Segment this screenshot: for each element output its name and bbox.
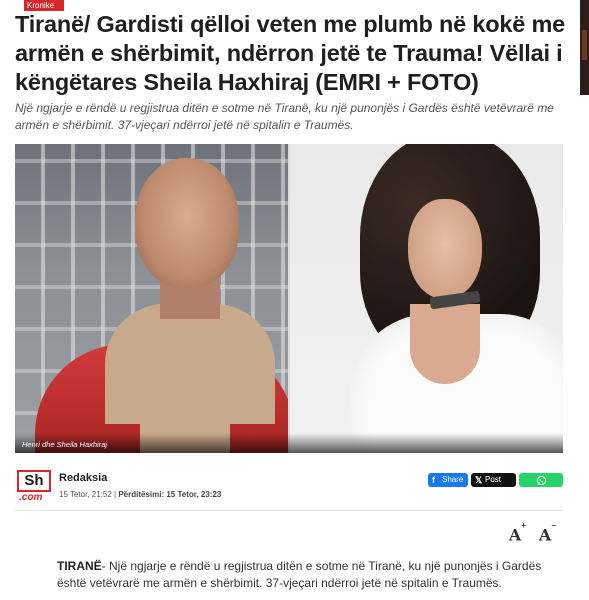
byline: Sh .com Redaksia 15 Tetor, 21:52 | Përdi…	[15, 468, 563, 508]
x-icon: 𝕏	[475, 475, 483, 485]
font-increase-button[interactable]: A+	[508, 521, 526, 545]
photo-face	[408, 199, 482, 299]
site-logo[interactable]: Sh .com	[17, 470, 51, 504]
side-ad-strip[interactable]	[580, 0, 589, 95]
article-photo: Henri dhe Sheila Haxhiraj	[15, 144, 563, 453]
whatsapp-share-button[interactable]	[519, 473, 563, 487]
font-increase-mark: +	[521, 521, 526, 530]
facebook-share-label: Share	[442, 475, 464, 484]
published-date: 15 Tetor, 21:52	[59, 490, 112, 499]
font-decrease-mark: −	[551, 521, 556, 530]
photo-skin	[410, 304, 480, 384]
byline-divider	[15, 510, 563, 511]
font-increase-glyph: A	[508, 525, 522, 545]
photo-left-man	[15, 144, 288, 453]
x-post-label: Post	[485, 475, 502, 484]
date-separator: |	[114, 490, 117, 499]
body-paragraph: - Një ngjarje e rëndë u regjistrua ditën…	[57, 559, 542, 590]
photo-hoodie	[105, 304, 275, 424]
photo-caption: Henri dhe Sheila Haxhiraj	[22, 440, 108, 449]
whatsapp-icon	[536, 475, 546, 485]
body-dateline: TIRANË	[57, 559, 102, 573]
logo-suffix: .com	[19, 492, 43, 503]
article-body: TIRANË- Një ngjarje e rëndë u regjistrua…	[57, 558, 557, 591]
photo-face	[135, 158, 239, 288]
article-headline: Tiranë/ Gardisti qëlloi veten me plumb n…	[15, 11, 566, 95]
logo-main: Sh	[17, 470, 51, 492]
article-lead: Një ngjarje e rëndë u regjistrua ditën e…	[15, 101, 554, 132]
photo-caption-bar: Henri dhe Sheila Haxhiraj	[15, 433, 563, 453]
font-decrease-button[interactable]: A−	[538, 521, 556, 545]
facebook-share-button[interactable]: f Share	[428, 473, 468, 487]
author-name[interactable]: Redaksia	[59, 472, 107, 484]
side-ad-image	[582, 30, 587, 60]
article-dates: 15 Tetor, 21:52 | Përditësimi: 15 Tetor,…	[59, 490, 221, 499]
photo-right-woman	[290, 144, 563, 453]
x-post-button[interactable]: 𝕏 Post	[471, 473, 516, 487]
font-decrease-glyph: A	[538, 525, 552, 545]
updated-date: Përditësimi: 15 Tetor, 23:23	[118, 490, 222, 499]
facebook-icon: f	[432, 475, 435, 485]
